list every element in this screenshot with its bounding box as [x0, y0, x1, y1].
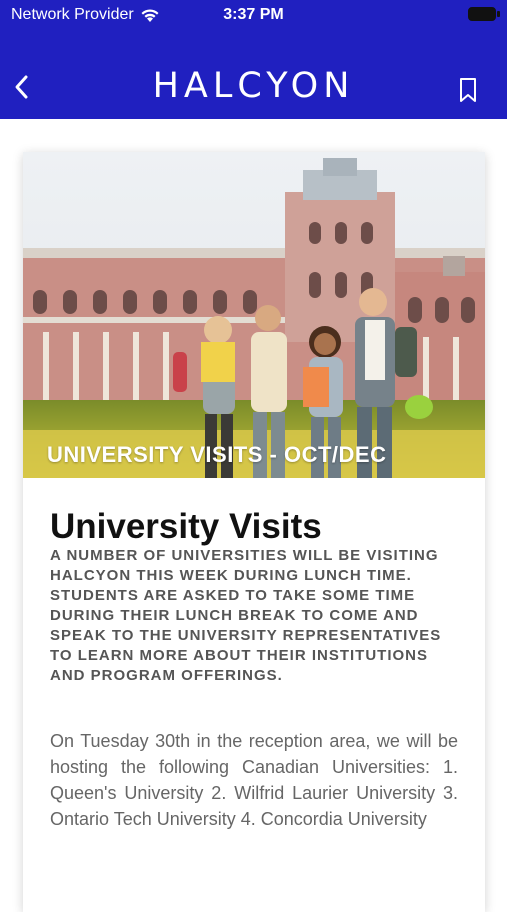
- article-card: UNIVERSITY VISITS - OCT/DEC University V…: [23, 152, 485, 912]
- battery-tip: [497, 11, 500, 17]
- clock: 3:37 PM: [223, 6, 284, 23]
- article-title: University Visits: [50, 507, 322, 546]
- battery-icon: [468, 7, 496, 21]
- article-content: University Visits A NUMBER OF UNIVERSITI…: [23, 478, 485, 832]
- bookmark-button[interactable]: [457, 76, 479, 104]
- article-lead: A NUMBER OF UNIVERSITIES WILL BE VISITIN…: [50, 547, 442, 684]
- bookmark-icon: [460, 78, 476, 102]
- article-image: UNIVERSITY VISITS - OCT/DEC: [23, 152, 485, 478]
- article-body: On Tuesday 30th in the reception area, w…: [50, 731, 458, 829]
- status-bar: Network Provider 3:37 PM: [0, 0, 507, 32]
- nav-bar: HALCYON: [0, 60, 507, 114]
- image-caption: UNIVERSITY VISITS - OCT/DEC: [47, 442, 387, 467]
- campus-photo: [23, 152, 485, 478]
- app-title: HALCYON: [152, 66, 355, 106]
- app-header: Network Provider 3:37 PM HALCYON: [0, 0, 507, 119]
